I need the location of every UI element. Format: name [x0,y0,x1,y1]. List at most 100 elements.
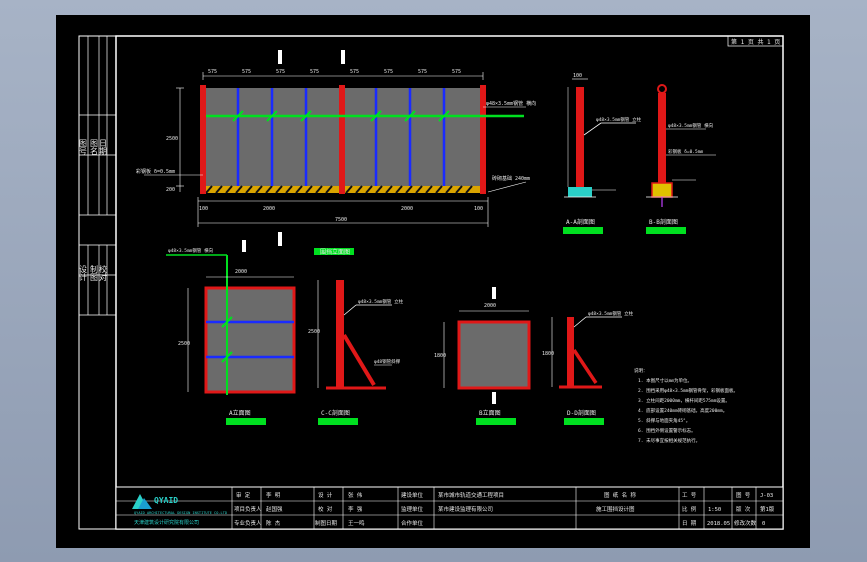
d-height-dim: 1800 [542,351,554,357]
dd-callout: φ48×3.5mm钢管 立柱 [588,310,634,317]
title-bar-cc [318,418,358,425]
note-6: 6. 围挡外侧设置警示标志。 [638,427,696,434]
tb-r1-c9: 图 号 [736,491,751,499]
section-bb [646,84,716,207]
top-dim-3: 575 [276,69,285,75]
tb-r3-c3: 制图日期 [315,519,338,527]
a-width-dim: 2000 [235,269,247,275]
view-title-b: B立面图 [479,409,501,417]
cc-callout-2: φ48钢管斜撑 [374,358,401,365]
top-dim-2: 575 [242,69,251,75]
sheet-index: 第 1 页 共 1 页 [731,38,780,46]
tb-r2-c7: 施工围挡设计图 [596,505,635,513]
side-label-top-1: 图号 [79,139,88,156]
note-0: 说明： [634,367,648,374]
tb-r3-c4: 王一鸣 [348,519,365,527]
title-bar-b [476,418,516,425]
view-title-bb: B-B剖面图 [649,218,678,226]
left-dim-base: 200 [166,187,175,193]
bottom-dim-4: 100 [474,206,483,212]
a-height-dim: 2500 [178,341,190,347]
note-4: 4. 底部设置240mm砖砌基础，高度200mm。 [638,407,727,414]
tb-r2-c4: 李 强 [348,505,363,513]
side-label-bottom-3: 校对 [99,264,108,281]
view-title-dd: D-D剖面图 [567,409,596,417]
tb-r3-c1: 专业负责人 [234,519,262,527]
top-dim-4: 575 [310,69,319,75]
side-label-top-2: 图名 [90,139,99,156]
tb-r3-c9: 2018.05 [707,521,730,527]
title-bar-a [226,418,266,425]
tb-r1-c1: 审 定 [236,491,251,499]
total-length-dim: 7500 [335,217,347,223]
tb-r1-c7: 图 纸 名 称 [604,491,636,499]
note-2: 2. 围挡采用φ48×3.5mm钢管骨架，彩钢板面板。 [638,387,738,394]
tb-r2-c5: 监理单位 [401,505,424,513]
tb-r2-c8: 比 例 [682,505,697,513]
tb-r3-c11: 0 [762,521,765,527]
left-dim-height: 2500 [166,136,178,142]
tb-r1-c2: 李 明 [266,491,281,499]
title-bar-dd [564,418,604,425]
top-dim-6: 575 [384,69,393,75]
side-label-bottom-2: 制图 [90,264,99,282]
title-bar-aa [563,227,603,234]
callout-panel: 彩钢板 δ=0.5mm [136,168,175,175]
view-title-a: A立面图 [229,409,251,417]
tb-r2-c10: 版 次 [736,505,751,513]
b-width-dim: 2000 [484,303,496,309]
section-aa [564,78,636,198]
tb-r1-c3: 设 计 [318,491,333,499]
tb-r2-c1: 项目负责人 [234,505,262,513]
bottom-dim-2: 2000 [263,206,275,212]
bb-callout-1: φ48×3.5mm钢管 横向 [668,122,714,129]
tb-r1-c8: 工 号 [682,492,697,499]
top-dim-7: 575 [418,69,427,75]
a-callout: φ48×3.5mm钢管 横向 [168,247,214,254]
tb-r2-c11: 第1版 [760,505,775,513]
view-title-cc: C-C剖面图 [321,409,350,417]
tb-r1-c6: 某市城市轨道交通工程项目 [438,491,504,499]
cc-callout-1: φ48×3.5mm钢管 立柱 [358,298,404,305]
tb-r1-c4: 张 伟 [348,491,363,499]
callout-base: 砖砌基础 240mm [492,175,530,182]
tb-r2-c2: 赵国强 [266,505,283,513]
note-7: 7. 未尽事宜按相关规范执行。 [638,437,700,444]
company-en: QYAID ARCHITECTURAL DESIGN INSTITUTE CO.… [134,511,227,515]
bottom-dim-3: 2000 [401,206,413,212]
note-1: 1. 本图尺寸以mm为单位。 [638,377,692,384]
side-label-bottom-1: 设计 [79,264,88,282]
b-height-dim: 1800 [434,353,446,359]
cad-drawing-sheet: 图号 图名 日期 设计 制图 校对 第 1 页 共 1 页 575 575 57… [56,15,810,548]
c-height-dim: 2500 [308,329,320,335]
view-title-aa: A-A剖面图 [566,218,595,226]
aa-width-dim: 100 [573,73,582,79]
notes: 说明： 1. 本图尺寸以mm为单位。 2. 围挡采用φ48×3.5mm钢管骨架，… [634,367,738,444]
tb-r2-c6: 某市建设监理有限公司 [438,505,493,513]
tb-r1-c10: J-03 [760,493,773,499]
top-dim-5: 575 [350,69,359,75]
section-cc [317,280,392,390]
company-cn: 天津建筑设计研究院有限公司 [134,519,199,526]
tb-r3-c8: 日 期 [682,520,697,527]
elevation-a [166,240,296,395]
title-bar-bb [646,227,686,234]
tb-r3-c2: 陈 杰 [266,519,281,527]
callout-pipe-h: φ48×3.5mm钢管 横向 [486,100,536,107]
note-5: 5. 斜撑与地面夹角45°。 [638,417,690,424]
aa-callout: φ48×3.5mm钢管 立柱 [596,116,642,123]
tb-r3-c10: 修改次数 [734,519,757,527]
tb-r3-c5: 合作单位 [401,519,424,527]
section-dd [551,316,622,389]
tb-r2-c3: 校 对 [318,505,333,513]
side-label-top-3: 日期 [99,139,108,156]
bottom-dim-1: 100 [199,206,208,212]
tb-r1-c5: 建设单位 [401,491,424,499]
top-dim-8: 575 [452,69,461,75]
top-dim-1: 575 [208,69,217,75]
note-3: 3. 立柱间距2000mm，横杆间距575mm设置。 [638,397,730,404]
view-title-elevation: 围挡立面图 [320,248,350,256]
tb-r2-c9: 1:50 [708,507,721,513]
company-logo-text: QYAID [154,496,178,505]
bb-callout-2: 彩钢板 δ=0.5mm [668,148,703,155]
